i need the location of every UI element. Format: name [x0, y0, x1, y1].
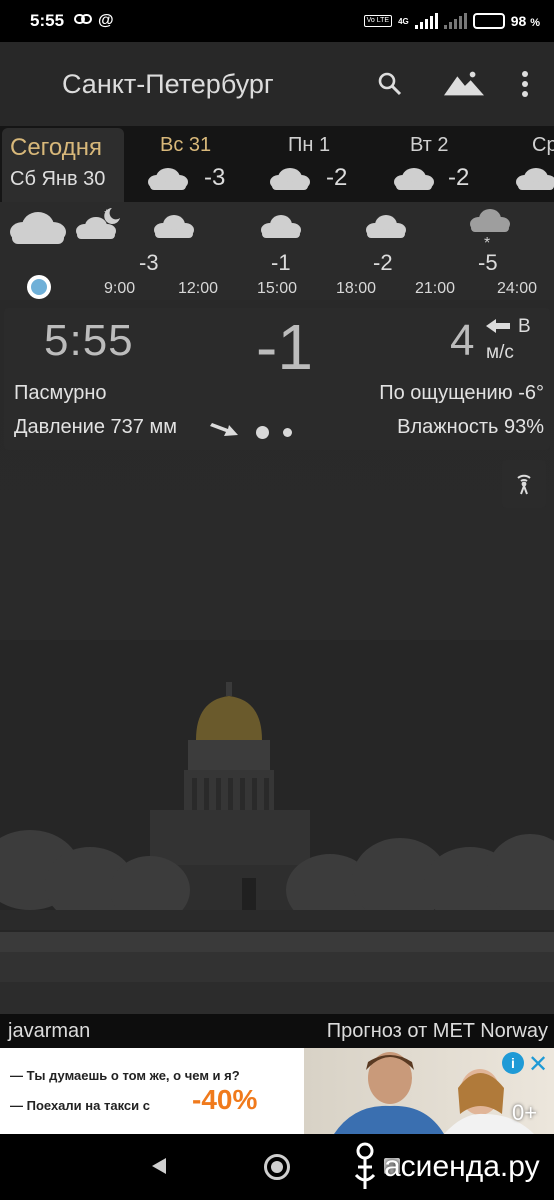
cloud-icon [154, 215, 194, 238]
watermark-text: асиенда.ру [384, 1150, 540, 1183]
svg-text:*: * [484, 235, 490, 248]
hourly-time: 24:00 [497, 280, 538, 297]
condition-text: Пасмурно [14, 382, 107, 404]
hourly-temp: -2 [373, 250, 393, 275]
battery-suffix: % [530, 17, 540, 29]
tab-today-label: Сегодня [10, 134, 102, 161]
hourly-time: 15:00 [257, 280, 298, 297]
wind-unit: м/с [486, 342, 514, 363]
feels-like: По ощущению -6° [379, 382, 544, 404]
city-title[interactable]: Санкт-Петербург [62, 69, 274, 100]
cloud-icon [394, 168, 434, 190]
tab-day-temp: -2 [326, 164, 348, 191]
background-photo [0, 640, 554, 1020]
hourly-temp: -3 [139, 250, 159, 275]
radar-button[interactable] [502, 460, 546, 508]
landscape-icon[interactable] [444, 66, 484, 102]
ad-discount: -40% [192, 1084, 258, 1115]
ad-close-icon[interactable]: ✕ [528, 1050, 548, 1079]
cloud-icon [10, 212, 66, 244]
battery-icon [472, 13, 505, 29]
tab-day-name: Пн 1 [288, 134, 331, 156]
ad-text-line-2: — Поехали на такси с [10, 1098, 150, 1113]
watermark-logo-icon [354, 1142, 376, 1189]
current-time-marker [27, 275, 51, 299]
volte-icon: Vo LTE [363, 15, 393, 27]
hourly-time: 18:00 [336, 280, 377, 297]
ad-banner[interactable]: — Ты думаешь о том же, о чем и я? — Поех… [0, 1048, 554, 1134]
wind-arrow-icon [486, 319, 510, 333]
hourly-time: 9:00 [104, 280, 136, 297]
tab-day-4[interactable]: Ср [512, 126, 554, 202]
tab-day-1[interactable]: Вс 31 -3 [140, 126, 250, 202]
watermark: асиенда.ру [352, 1134, 540, 1200]
signal-icon [414, 13, 438, 29]
wind-speed: 4 [450, 316, 475, 365]
status-time: 5:55 [30, 11, 65, 30]
hourly-temp: -1 [271, 250, 291, 275]
radar-icon [517, 474, 531, 495]
credits-bar: javarman Прогноз от MET Norway [0, 1014, 554, 1048]
cloud-icon [516, 168, 554, 190]
status-bar: 5:55 @ Vo LTE 4G 98 % [0, 0, 554, 42]
battery-percent: 98 [510, 13, 527, 29]
more-vertical-icon[interactable] [518, 66, 532, 102]
tab-day-temp: -3 [204, 164, 226, 191]
cloud-moon-icon: + [76, 207, 120, 239]
pressure: Давление 737 мм [14, 416, 177, 438]
cloud-icon [270, 168, 310, 190]
tab-day-name: Вт 2 [410, 134, 449, 156]
tab-day-name: Вс 31 [160, 134, 212, 156]
ad-info-icon[interactable]: i [502, 1052, 524, 1074]
hourly-time: 12:00 [178, 280, 219, 297]
day-tabs: Сегодня Сб Янв 30 Вс 31 -3 Пн 1 -2 Вт 2 … [0, 126, 554, 202]
at-icon: @ [98, 12, 114, 29]
pressure-trend-icon [210, 423, 238, 436]
hourly-forecast[interactable]: + * -3 -1 -2 -5 9:00 12:00 15:00 18:00 2… [0, 202, 554, 300]
tab-day-3[interactable]: Вт 2 -2 [388, 126, 498, 202]
wind-direction: В [518, 316, 531, 337]
tab-day-temp: -2 [448, 164, 470, 191]
cloud-icon [366, 215, 406, 238]
network-type: 4G [398, 16, 409, 26]
tab-day-name: Ср [532, 134, 554, 156]
tab-day-2[interactable]: Пн 1 -2 [264, 126, 374, 202]
link-icon [74, 12, 93, 30]
ad-age-rating: 0+ [512, 1100, 538, 1125]
svg-text:+: + [104, 207, 109, 216]
humidity: Влажность 93% [397, 416, 544, 438]
current-time: 5:55 [44, 316, 134, 365]
app-bar: Санкт-Петербург [0, 42, 554, 126]
cloud-icon [261, 215, 301, 238]
search-icon[interactable] [370, 66, 410, 102]
hourly-time: 21:00 [415, 280, 456, 297]
current-temperature: -1 [256, 311, 313, 383]
cloud-snow-icon: * [470, 209, 510, 248]
tab-today-date: Сб Янв 30 [10, 168, 106, 190]
back-icon[interactable] [150, 1156, 168, 1176]
cloud-icon [148, 168, 188, 190]
photo-credit[interactable]: javarman [8, 1020, 90, 1043]
tab-today[interactable]: Сегодня Сб Янв 30 [2, 128, 124, 202]
home-icon[interactable] [264, 1154, 290, 1180]
forecast-source[interactable]: Прогноз от MET Norway [327, 1020, 548, 1043]
hourly-temp: -5 [478, 250, 498, 275]
signal-2-icon [443, 13, 467, 29]
page-indicator [256, 426, 292, 439]
ad-text-line-1: — Ты думаешь о том же, о чем и я? [10, 1068, 240, 1083]
current-conditions[interactable]: 5:55 -1 4 В м/с Пасмурно По ощущению -6°… [4, 308, 550, 450]
